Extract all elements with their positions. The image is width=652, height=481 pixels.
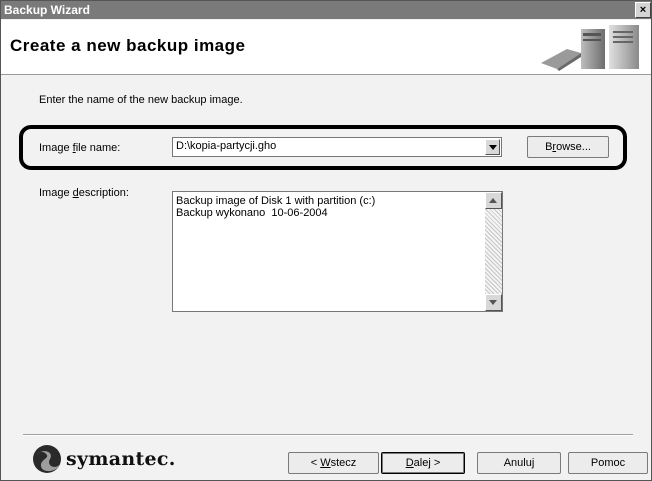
- image-description-label: Image description:: [39, 187, 129, 199]
- close-button[interactable]: ×: [635, 2, 651, 18]
- button-accelerator: D: [405, 457, 414, 469]
- scroll-up-button[interactable]: [485, 192, 502, 209]
- arrow-down-icon: [489, 300, 497, 305]
- backup-wizard-window: Backup Wizard × Create a new backup imag…: [0, 0, 652, 481]
- symantec-logo-text: symantec.: [66, 448, 176, 470]
- image-file-name-label: Image file name:: [39, 142, 120, 154]
- arrow-up-icon: [489, 198, 497, 203]
- next-button[interactable]: Dalej >: [381, 452, 465, 474]
- computer-hardware-icon: [541, 25, 639, 71]
- image-file-name-value[interactable]: D:\kopia-partycji.gho: [176, 140, 276, 152]
- button-text: stecz: [330, 457, 357, 469]
- label-text: ile name:: [75, 142, 121, 154]
- label-text: Image: [39, 187, 73, 199]
- symantec-logo: symantec.: [32, 444, 175, 474]
- wizard-header: Create a new backup image: [1, 20, 651, 75]
- close-icon: ×: [639, 4, 647, 16]
- scroll-down-button[interactable]: [485, 294, 502, 311]
- cancel-button[interactable]: Anuluj: [477, 452, 561, 474]
- window-title: Backup Wizard: [4, 3, 90, 17]
- dropdown-button[interactable]: [485, 139, 500, 155]
- button-text: <: [310, 457, 321, 469]
- vertical-scrollbar[interactable]: [485, 192, 502, 311]
- help-button[interactable]: Pomoc: [568, 452, 648, 474]
- button-text: owse...: [556, 141, 591, 153]
- label-text: escription:: [78, 187, 129, 199]
- image-file-name-combo[interactable]: D:\kopia-partycji.gho: [172, 137, 502, 157]
- image-description-textarea[interactable]: Backup image of Disk 1 with partition (c…: [172, 191, 503, 312]
- instruction-text: Enter the name of the new backup image.: [39, 94, 243, 106]
- browse-button[interactable]: Browse...: [527, 136, 609, 158]
- back-button[interactable]: < Wstecz: [288, 452, 379, 474]
- footer-divider: [23, 434, 633, 436]
- image-description-value[interactable]: Backup image of Disk 1 with partition (c…: [176, 195, 375, 219]
- title-bar[interactable]: Backup Wizard ×: [1, 1, 651, 19]
- symantec-logo-icon: [33, 445, 61, 473]
- button-accelerator: W: [320, 457, 331, 469]
- label-text: Image: [39, 142, 73, 154]
- page-title: Create a new backup image: [10, 36, 246, 55]
- chevron-down-icon: [489, 145, 497, 150]
- button-text: alej >: [413, 457, 441, 469]
